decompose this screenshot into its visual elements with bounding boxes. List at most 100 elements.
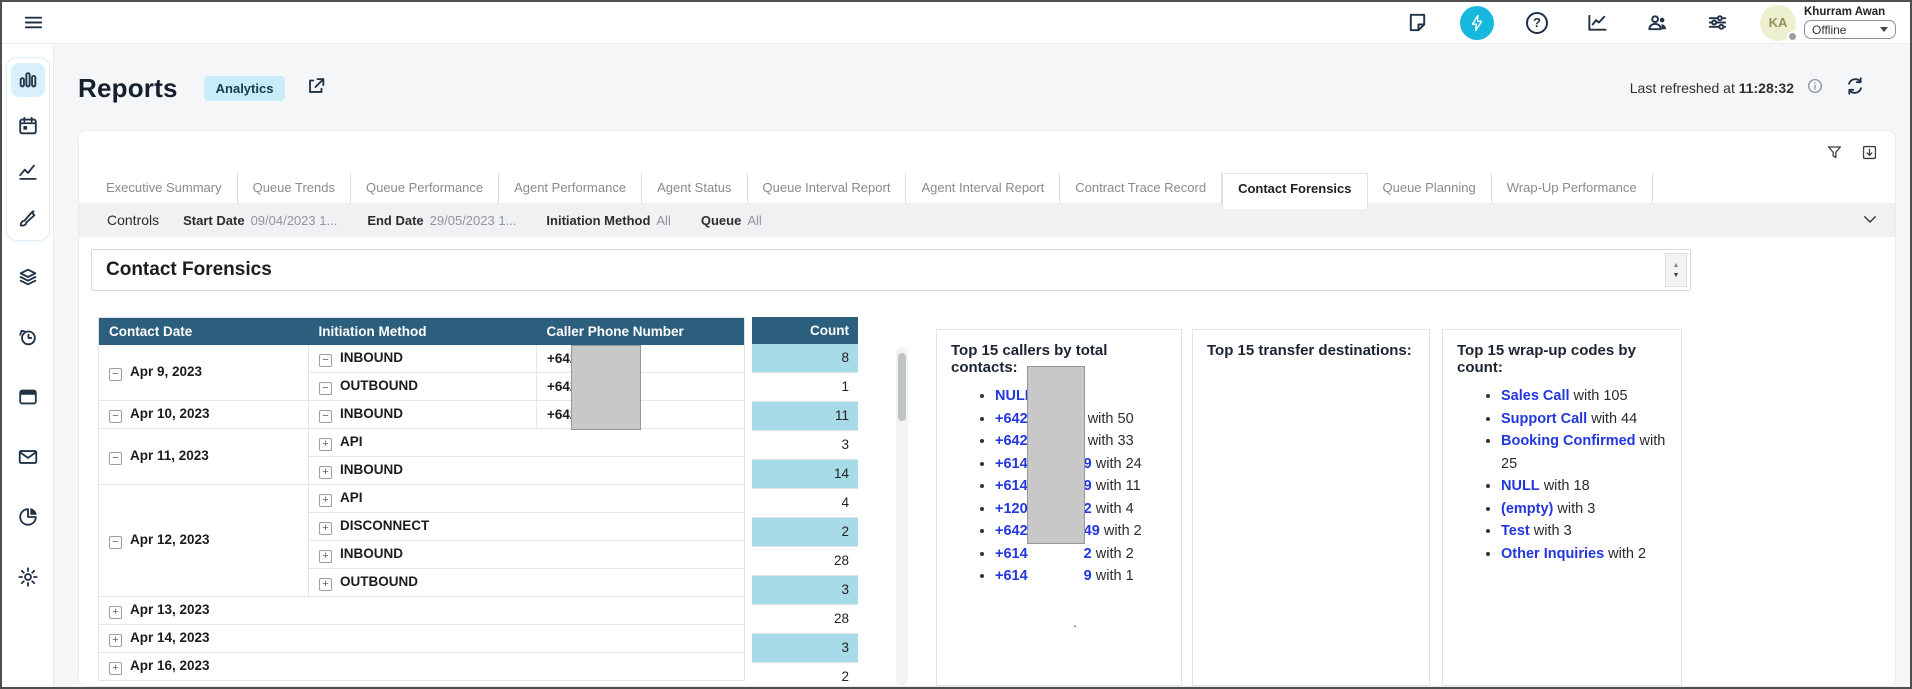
expand-toggle[interactable]: + (109, 634, 122, 647)
expand-toggle[interactable]: + (109, 606, 122, 619)
list-item: Booking Confirmed with 25 (1501, 430, 1667, 475)
sidebar-item-trends[interactable] (11, 155, 45, 189)
collapse-toggle[interactable]: − (319, 382, 332, 395)
quick-actions-icon[interactable] (1460, 6, 1494, 40)
collapse-toggle[interactable]: − (319, 410, 332, 423)
scrollbar-thumb[interactable] (898, 353, 906, 421)
wrapup-link[interactable]: Test (1501, 523, 1530, 539)
memo-icon[interactable] (1400, 6, 1434, 40)
caller-link[interactable]: +642 (995, 433, 1028, 449)
date-cell: Apr 12, 2023 (130, 532, 210, 547)
table-row[interactable]: −Apr 10, 2023 −INBOUND +642 (99, 401, 745, 429)
stepper-up-icon[interactable]: ▲ (1673, 262, 1680, 269)
sidebar-item-reports[interactable] (11, 500, 45, 534)
filter-label: Start Date (183, 213, 244, 228)
caller-link[interactable]: +642 (995, 411, 1028, 427)
wrapup-link[interactable]: Other Inquiries (1501, 546, 1604, 562)
download-icon[interactable] (1860, 143, 1879, 165)
tab[interactable]: Queue Performance (351, 173, 499, 203)
external-link-icon[interactable] (305, 75, 327, 102)
tab[interactable]: Executive Summary (91, 173, 238, 203)
sidebar-item-settings[interactable] (11, 560, 45, 594)
filter-control[interactable]: End Date 29/05/2023 1... (367, 213, 516, 228)
panel-title: Top 15 transfer destinations: (1207, 342, 1415, 359)
col-count[interactable]: Count (752, 317, 858, 344)
tab[interactable]: Contact Forensics (1222, 173, 1367, 209)
expand-toggle[interactable]: + (109, 662, 122, 675)
table-row[interactable]: +Apr 16, 2023 (99, 653, 745, 681)
sidebar-item-calendar[interactable] (11, 109, 45, 143)
tab[interactable]: Agent Interval Report (906, 173, 1060, 203)
user-chip[interactable]: KA Khurram Awan Offline (1760, 5, 1896, 41)
collapse-toggle[interactable]: − (319, 354, 332, 367)
expand-toggle[interactable]: + (319, 438, 332, 451)
caller-link[interactable]: +642 (995, 523, 1028, 539)
wrapup-link[interactable]: Sales Call (1501, 388, 1570, 404)
col-initiation-method[interactable]: Initiation Method (309, 318, 537, 345)
caller-link[interactable]: +614 (995, 546, 1028, 562)
sidebar-item-window[interactable] (11, 380, 45, 414)
caller-link-suffix[interactable]: 2 (1084, 546, 1092, 562)
table-row[interactable]: +Apr 13, 2023 (99, 597, 745, 625)
collapse-toggle[interactable]: − (109, 410, 122, 423)
status-select[interactable]: Offline (1804, 20, 1896, 39)
caller-link-suffix[interactable]: 49 (1084, 523, 1100, 539)
metrics-icon[interactable] (1580, 6, 1614, 40)
tab[interactable]: Contract Trace Record (1060, 173, 1222, 203)
avatar[interactable]: KA (1760, 5, 1796, 41)
expand-toggle[interactable]: + (319, 466, 332, 479)
expand-toggle[interactable]: + (319, 578, 332, 591)
caller-link-suffix[interactable]: 9 (1084, 568, 1092, 584)
filter-control[interactable]: Start Date 09/04/2023 1... (183, 213, 337, 228)
panel-transfer-destinations: Top 15 transfer destinations: (1192, 329, 1430, 686)
filter-icon[interactable] (1825, 143, 1844, 165)
sidebar-item-dashboards[interactable] (11, 63, 45, 97)
expand-toggle[interactable]: + (319, 550, 332, 563)
info-icon[interactable] (1806, 77, 1824, 100)
wrapup-link[interactable]: Booking Confirmed (1501, 433, 1636, 449)
collapse-toggle[interactable]: − (109, 452, 122, 465)
tab[interactable]: Queue Interval Report (748, 173, 907, 203)
wrapup-link[interactable]: Support Call (1501, 411, 1587, 427)
filter-control[interactable]: Initiation Method All (546, 213, 670, 228)
tab[interactable]: Queue Trends (238, 173, 351, 203)
table-row[interactable]: +Apr 14, 2023 (99, 625, 745, 653)
help-icon[interactable]: ? (1520, 6, 1554, 40)
count-text: with 4 (1092, 501, 1134, 517)
settings-sliders-icon[interactable] (1700, 6, 1734, 40)
sidebar-item-mail[interactable] (11, 440, 45, 474)
col-contact-date[interactable]: Contact Date (99, 318, 309, 345)
count-text: with 3 (1553, 501, 1595, 517)
sidebar-item-history[interactable] (11, 320, 45, 354)
caller-link[interactable]: +614 (995, 568, 1028, 584)
wrapup-link[interactable]: NULL (1501, 478, 1540, 494)
collapse-toggle[interactable]: − (109, 536, 122, 549)
table-scrollbar[interactable] (896, 347, 908, 686)
sidebar-item-layers[interactable] (11, 260, 45, 294)
wrapup-link[interactable]: (empty) (1501, 501, 1553, 517)
table-row[interactable]: −Apr 9, 2023 −INBOUND +642 (99, 345, 745, 373)
chevron-down-icon (1880, 27, 1888, 32)
table-row[interactable]: −Apr 11, 2023 +API (99, 429, 745, 457)
expand-toggle[interactable]: + (319, 522, 332, 535)
stepper-down-icon[interactable]: ▼ (1673, 272, 1680, 279)
collapse-chevron-icon[interactable] (1861, 210, 1879, 231)
agents-icon[interactable] (1640, 6, 1674, 40)
tab[interactable]: Agent Status (642, 173, 747, 203)
scroll-stepper: ▲ ▼ (1665, 253, 1687, 287)
gear-icon (17, 566, 39, 588)
caller-link[interactable]: +614 (995, 456, 1028, 472)
sidebar-item-design[interactable] (11, 201, 45, 235)
collapse-toggle[interactable]: − (109, 368, 122, 381)
tab[interactable]: Queue Planning (1368, 173, 1492, 203)
refresh-icon[interactable] (1844, 75, 1866, 102)
tab[interactable]: Wrap-Up Performance (1492, 173, 1653, 203)
table-row[interactable]: −Apr 12, 2023 +API (99, 485, 745, 513)
expand-toggle[interactable]: + (319, 494, 332, 507)
menu-icon[interactable] (16, 6, 50, 40)
caller-link[interactable]: +120 (995, 501, 1028, 517)
col-caller-phone[interactable]: Caller Phone Number (537, 318, 745, 345)
filter-control[interactable]: Queue All (701, 213, 762, 228)
tab[interactable]: Agent Performance (499, 173, 642, 203)
caller-link[interactable]: +614 (995, 478, 1028, 494)
